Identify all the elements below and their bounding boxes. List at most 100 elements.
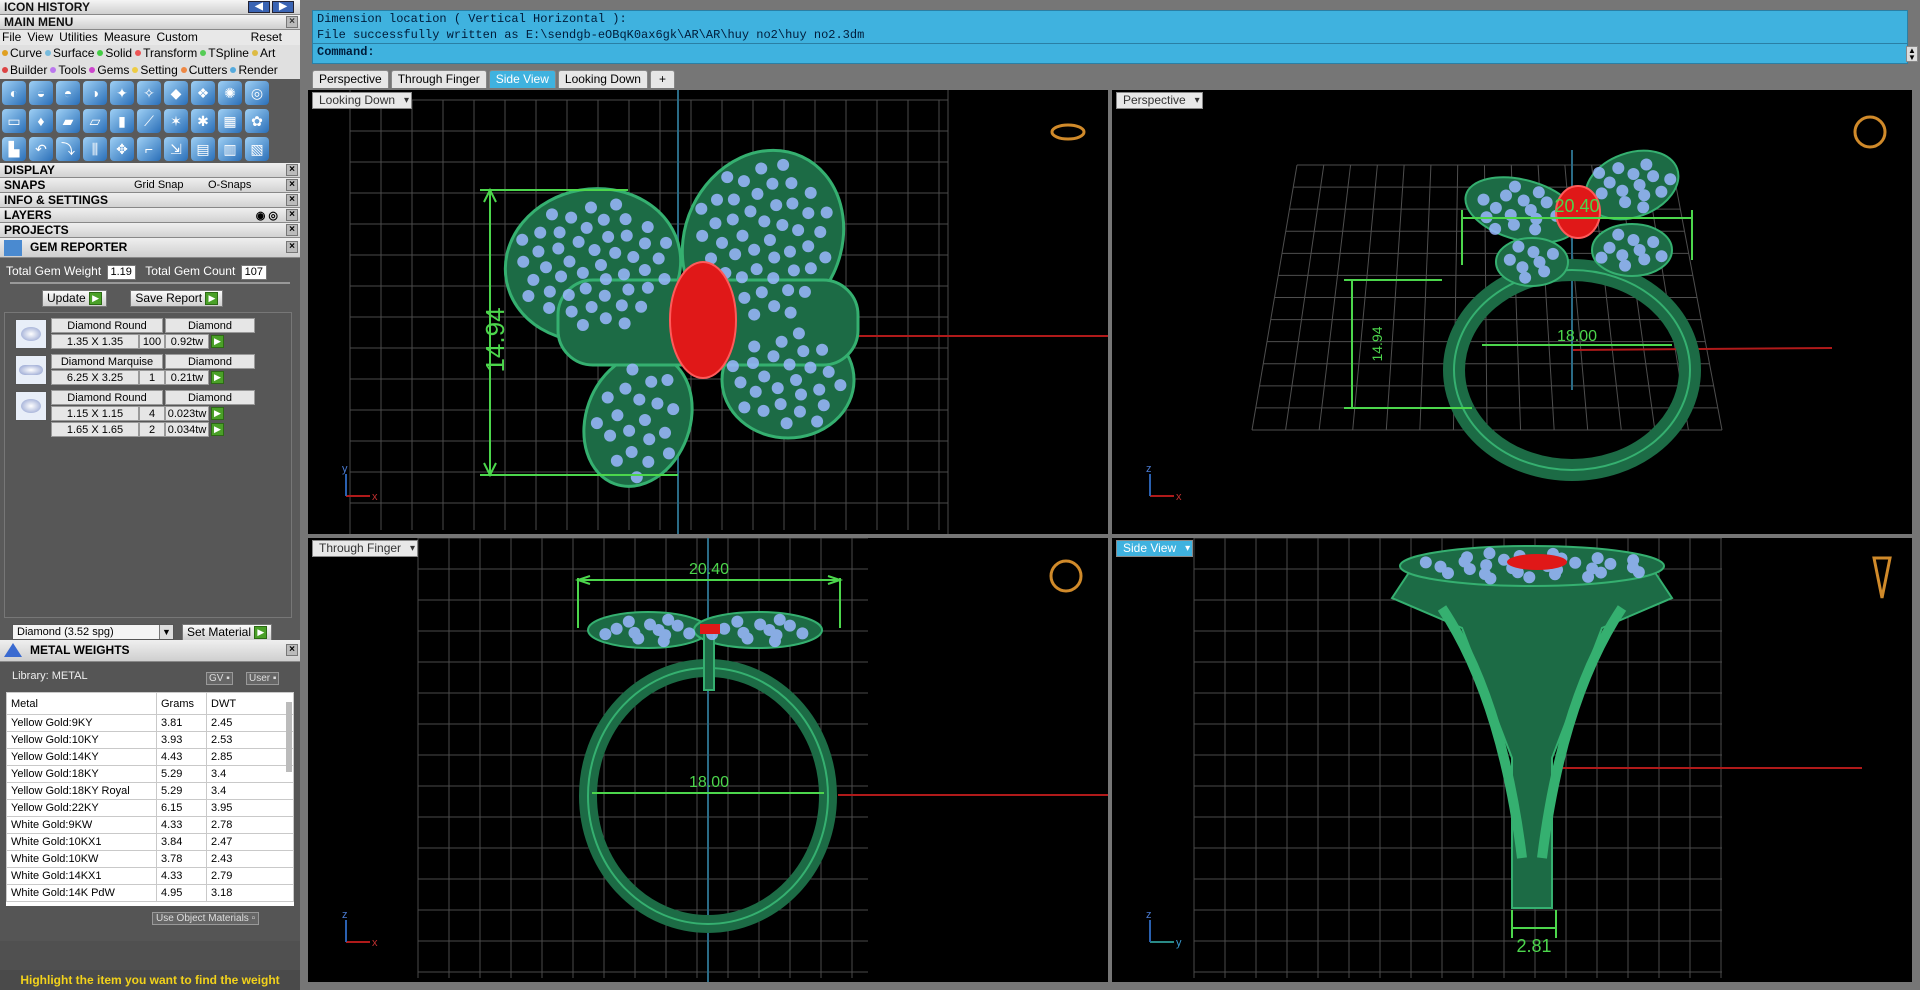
info-settings-section[interactable]: INFO & SETTINGS × [0, 193, 300, 208]
menu-measure[interactable]: Measure [104, 30, 151, 44]
tool-icon[interactable]: ▦ [218, 109, 242, 133]
tool-icon[interactable]: ▱ [83, 109, 107, 133]
cat-tspline[interactable]: TSpline [200, 46, 249, 60]
close-icon[interactable]: × [286, 644, 298, 656]
tool-icon[interactable]: ⫼ [83, 137, 107, 161]
list-item[interactable]: Diamond Marquise Diamond 6.25 X 3.25 1 0… [13, 353, 269, 387]
tool-icon[interactable]: ◎ [245, 81, 269, 105]
table-row[interactable]: Yellow Gold:9KY 3.81 2.45 [6, 714, 294, 732]
tool-icon[interactable]: ▰ [56, 109, 80, 133]
cat-builder[interactable]: Builder [2, 63, 47, 77]
viewport-label-through-finger[interactable]: Through Finger [312, 540, 419, 557]
metal-weights-header[interactable]: METAL WEIGHTS × [0, 640, 300, 662]
add-tab-icon[interactable]: + [649, 70, 675, 88]
arrow-right-icon[interactable]: ▶ [211, 335, 224, 348]
tool-icon[interactable]: ♦ [29, 109, 53, 133]
cat-tools[interactable]: Tools [50, 63, 86, 77]
table-row[interactable]: White Gold:10KX1 3.84 2.47 [6, 833, 294, 851]
close-icon[interactable]: × [286, 194, 298, 206]
main-menu-header[interactable]: MAIN MENU × [0, 15, 300, 30]
cat-solid[interactable]: Solid [97, 46, 132, 60]
cat-transform[interactable]: Transform [135, 46, 197, 60]
command-area[interactable]: Dimension location ( Vertical Horizontal… [312, 10, 1908, 64]
table-row[interactable]: White Gold:9KW 4.33 2.78 [6, 816, 294, 834]
display-section[interactable]: DISPLAY × [0, 163, 300, 178]
move-icon[interactable]: ✥ [110, 137, 134, 161]
tool-icon[interactable]: ✿ [245, 109, 269, 133]
forward-arrow-icon[interactable]: ▶ [272, 1, 294, 13]
user-toggle[interactable]: User ▪ [246, 672, 280, 685]
cat-art[interactable]: Art [251, 46, 275, 60]
command-scroll[interactable]: ▲ ▼ [1906, 46, 1918, 62]
o-snaps-toggle[interactable]: O-Snaps [208, 178, 251, 192]
close-icon[interactable]: × [286, 179, 298, 191]
arrow-right-icon[interactable]: ▶ [211, 423, 224, 436]
back-arrow-icon[interactable]: ◀ [248, 1, 270, 13]
save-report-button[interactable]: Save Report ▶ [130, 290, 224, 307]
table-row[interactable]: Yellow Gold:18KY Royal 5.29 3.4 [6, 782, 294, 800]
viewport-side-view[interactable]: 2.81 z y Side View [1112, 538, 1912, 982]
arrow-right-icon[interactable]: ▶ [211, 407, 224, 420]
menu-custom[interactable]: Custom [157, 30, 198, 44]
table-row[interactable]: White Gold:14K PdW 4.95 3.18 [6, 884, 294, 902]
tool-icon[interactable]: ✧ [137, 81, 161, 105]
tool-icon[interactable]: ↶ [29, 137, 53, 161]
scrollbar[interactable] [286, 702, 292, 772]
close-icon[interactable]: × [286, 164, 298, 176]
tab-perspective[interactable]: Perspective [312, 70, 389, 88]
close-icon[interactable]: × [286, 224, 298, 236]
tool-icon[interactable]: ▥ [218, 137, 242, 161]
set-material-button[interactable]: Set Material ▶ [182, 624, 273, 641]
viewport-label-perspective[interactable]: Perspective [1116, 92, 1203, 109]
close-icon[interactable]: × [286, 16, 298, 28]
tool-icon[interactable]: ❖ [191, 81, 215, 105]
grid-snap-toggle[interactable]: Grid Snap [134, 178, 184, 192]
tool-icon[interactable]: ◆ [164, 81, 188, 105]
tool-icon[interactable]: ▮ [110, 109, 134, 133]
viewport-through-finger[interactable]: 20.40 18.00 z x Through Finger [308, 538, 1108, 982]
tool-icon[interactable]: ◐ [2, 81, 26, 105]
tool-icon[interactable]: ▭ [2, 109, 26, 133]
tool-icon[interactable]: ✺ [218, 81, 242, 105]
tool-icon[interactable]: ⌐ [137, 137, 161, 161]
column-header[interactable]: Grams [156, 692, 207, 715]
projects-section[interactable]: PROJECTS × [0, 223, 300, 238]
cat-gems[interactable]: Gems [89, 63, 129, 77]
cat-surface[interactable]: Surface [45, 46, 94, 60]
tool-icon[interactable]: ⤵ [56, 137, 80, 161]
tool-icon[interactable]: ✶ [164, 109, 188, 133]
reset-button[interactable]: Reset [251, 30, 282, 45]
viewport-looking-down[interactable]: 14.94 y x Looking Down [308, 90, 1108, 534]
tool-icon[interactable]: ▧ [245, 137, 269, 161]
icon-history-header[interactable]: ICON HISTORY ◀ ▶ [0, 0, 300, 15]
tool-icon[interactable]: ▤ [191, 137, 215, 161]
tool-icon[interactable]: ◑ [83, 81, 107, 105]
close-icon[interactable]: × [286, 209, 298, 221]
menu-view[interactable]: View [27, 30, 53, 44]
cat-setting[interactable]: Setting [132, 63, 178, 77]
tool-icon[interactable]: ◓ [56, 81, 80, 105]
table-row[interactable]: Yellow Gold:18KY 5.29 3.4 [6, 765, 294, 783]
tool-icon[interactable]: ⟋ [137, 109, 161, 133]
tab-through-finger[interactable]: Through Finger [390, 70, 487, 88]
snaps-section[interactable]: SNAPS Grid Snap O-Snaps × [0, 178, 300, 193]
cat-curve[interactable]: Curve [2, 46, 42, 60]
tool-icon[interactable]: ◒ [29, 81, 53, 105]
column-header[interactable]: DWT [206, 692, 294, 715]
viewport-perspective[interactable]: 20.40 18.00 14.94 z x Perspective [1112, 90, 1912, 534]
table-row[interactable]: White Gold:14KX1 4.33 2.79 [6, 867, 294, 885]
gem-reporter-header[interactable]: GEM REPORTER × [0, 238, 300, 258]
use-object-materials-toggle[interactable]: Use Object Materials ▫ [152, 912, 260, 925]
close-icon[interactable]: × [286, 241, 298, 253]
tab-looking-down[interactable]: Looking Down [557, 70, 648, 88]
viewport-label-side-view[interactable]: Side View [1116, 540, 1194, 557]
menu-utilities[interactable]: Utilities [59, 30, 98, 44]
column-header[interactable]: Metal [6, 692, 157, 715]
tab-side-view[interactable]: Side View [488, 70, 556, 88]
splitter[interactable] [10, 282, 290, 284]
viewport-label-looking-down[interactable]: Looking Down [312, 92, 413, 109]
list-item[interactable]: Diamond Round Diamond 1.35 X 1.35 100 0.… [13, 317, 269, 351]
eye-icon[interactable]: ◉ ◎ [256, 209, 278, 223]
menu-file[interactable]: File [2, 30, 21, 44]
cat-cutters[interactable]: Cutters [180, 63, 227, 77]
